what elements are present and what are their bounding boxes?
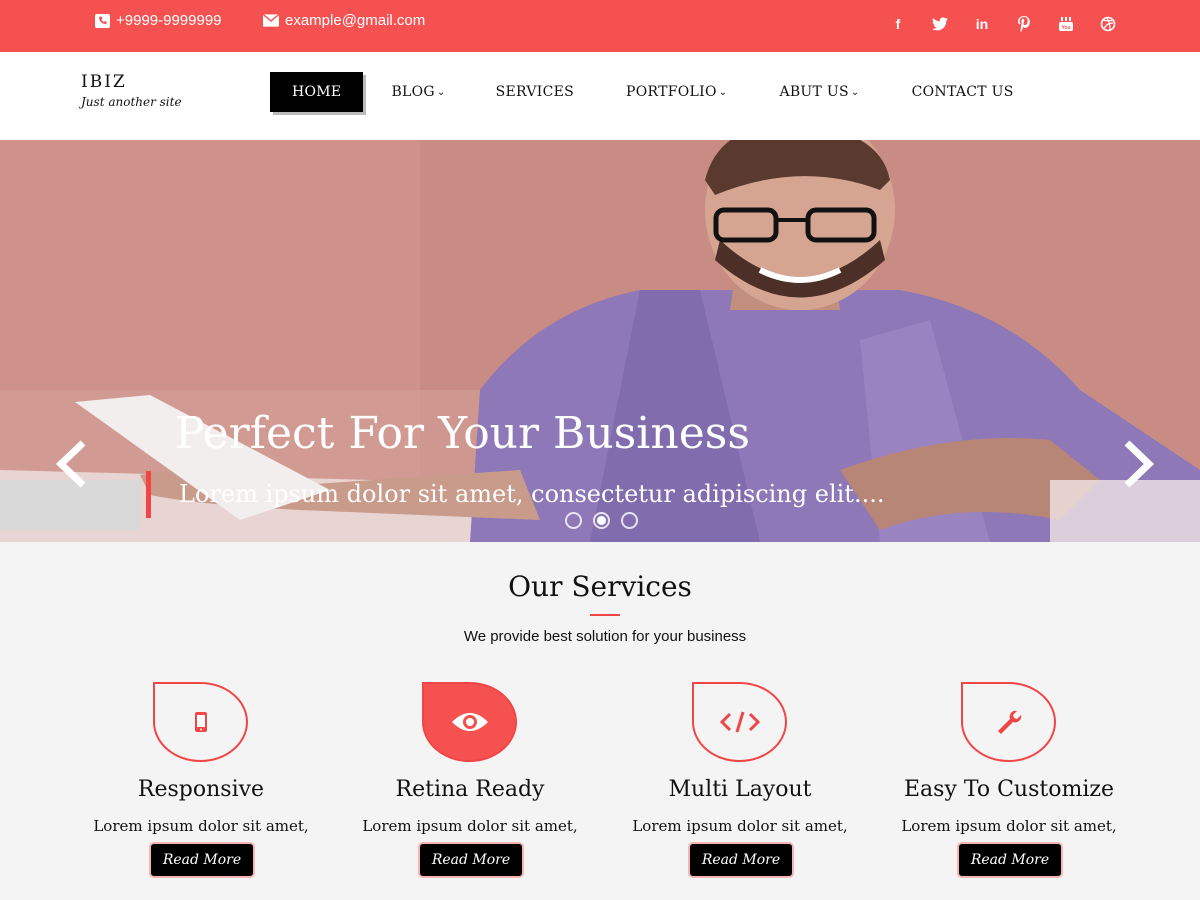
- chevron-right-icon: [1124, 440, 1155, 488]
- services-lead: We provide best solution for your busine…: [463, 628, 747, 645]
- nav-label: HOME: [292, 84, 342, 100]
- service-title: Retina Ready: [395, 777, 545, 802]
- site-logo[interactable]: IBIZ Just another site: [81, 72, 182, 109]
- nav-label: ABUT US: [779, 84, 849, 100]
- phone-number: +9999-9999999: [116, 12, 222, 29]
- hero-accent-bar: [146, 471, 151, 518]
- envelope-icon: [263, 14, 279, 28]
- slider-dot-3[interactable]: [621, 512, 638, 529]
- slider-dots: [565, 512, 638, 529]
- nav-label: BLOG: [391, 84, 435, 100]
- site-header: IBIZ Just another site HOME BLOG ⌄ SERVIC…: [0, 52, 1200, 140]
- slider-dot-2[interactable]: [593, 512, 610, 529]
- nav-label: PORTFOLIO: [626, 84, 717, 100]
- read-more-button[interactable]: Read More: [420, 844, 522, 876]
- service-badge: [961, 682, 1056, 762]
- read-more-button[interactable]: Read More: [151, 844, 253, 876]
- nav-item-home[interactable]: HOME: [270, 72, 364, 112]
- service-title: Easy To Customize: [904, 777, 1114, 802]
- eye-icon: [451, 713, 488, 731]
- service-title: Responsive: [137, 777, 265, 802]
- site-name: IBIZ: [81, 72, 127, 92]
- pinterest-icon[interactable]: [1014, 14, 1034, 34]
- services-heading: Our Services: [508, 570, 692, 603]
- next-slide-arrow[interactable]: [1120, 438, 1160, 490]
- hero-slider: Perfect For Your Business Lorem ipsum do…: [0, 140, 1200, 542]
- email-contact[interactable]: example@gmail.com: [263, 12, 425, 29]
- main-nav: HOME BLOG ⌄ SERVICES PORTFOLIO ⌄ ABUT US ⌄ …: [270, 72, 1036, 112]
- service-text: Lorem ipsum dolor sit amet,: [93, 817, 309, 835]
- service-text: Lorem ipsum dolor sit amet,: [901, 817, 1117, 835]
- email-address: example@gmail.com: [285, 12, 426, 29]
- youtube-icon[interactable]: You: [1056, 14, 1076, 34]
- chevron-down-icon: ⌄: [718, 86, 728, 98]
- heading-underline: [590, 614, 620, 616]
- nav-item-about[interactable]: ABUT US ⌄: [749, 72, 881, 112]
- hero-title: Perfect For Your Business: [175, 408, 750, 459]
- read-more-button[interactable]: Read More: [690, 844, 792, 876]
- nav-label: CONTACT US: [911, 84, 1014, 100]
- service-text: Lorem ipsum dolor sit amet,: [632, 817, 848, 835]
- mobile-icon: [194, 712, 207, 732]
- service-badge: [422, 682, 517, 762]
- slider-dot-1[interactable]: [565, 512, 582, 529]
- phone-icon: [94, 13, 110, 28]
- chevron-down-icon: ⌄: [436, 86, 446, 98]
- nav-item-services[interactable]: SERVICES: [468, 72, 596, 112]
- hero-subtitle: Lorem ipsum dolor sit amet, consectetur …: [179, 480, 885, 508]
- service-title: Multi Layout: [668, 777, 812, 802]
- services-section: Our Services We provide best solution fo…: [0, 542, 1200, 900]
- svg-text:You: You: [1061, 25, 1070, 31]
- facebook-icon[interactable]: f: [888, 14, 908, 34]
- social-links: f in You: [888, 14, 1118, 34]
- wrench-icon: [997, 710, 1021, 734]
- nav-label: SERVICES: [495, 84, 575, 100]
- top-bar: +9999-9999999 example@gmail.com f in You: [0, 0, 1200, 52]
- chevron-left-icon: [55, 440, 86, 488]
- nav-item-contact[interactable]: CONTACT US: [882, 72, 1036, 112]
- service-badge: [692, 682, 787, 762]
- nav-item-portfolio[interactable]: PORTFOLIO ⌄: [596, 72, 749, 112]
- prev-slide-arrow[interactable]: [50, 438, 90, 490]
- service-badge: [153, 682, 248, 762]
- linkedin-icon[interactable]: in: [972, 14, 992, 34]
- chevron-down-icon: ⌄: [850, 86, 860, 98]
- twitter-icon[interactable]: [930, 14, 950, 34]
- read-more-button[interactable]: Read More: [959, 844, 1061, 876]
- nav-item-blog[interactable]: BLOG ⌄: [369, 72, 467, 112]
- service-text: Lorem ipsum dolor sit amet,: [362, 817, 578, 835]
- code-icon: [719, 711, 760, 733]
- phone-contact[interactable]: +9999-9999999: [94, 12, 222, 29]
- site-tagline: Just another site: [81, 95, 182, 109]
- dribbble-icon[interactable]: [1098, 14, 1118, 34]
